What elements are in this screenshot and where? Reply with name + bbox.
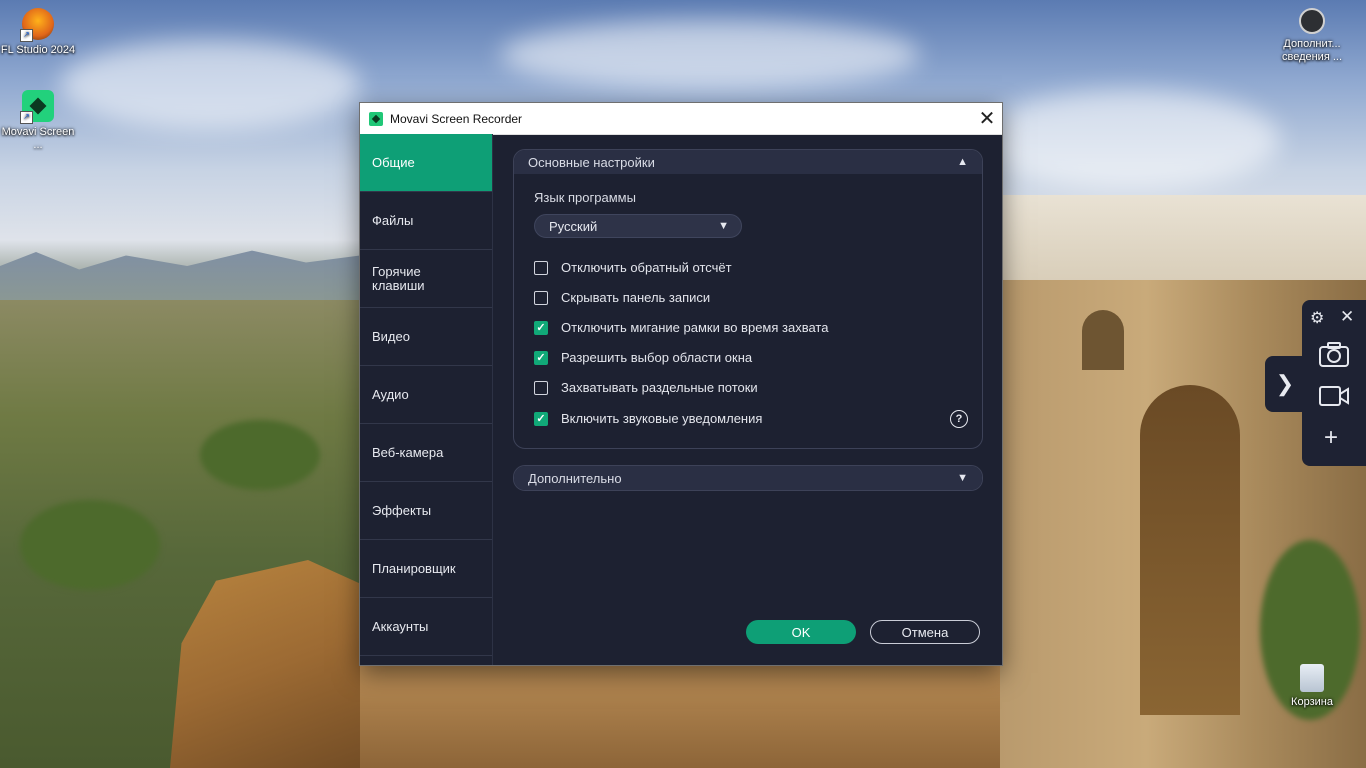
option-allow-window-area[interactable]: ✓ Разрешить выбор области окна	[534, 350, 752, 365]
basic-settings-header[interactable]: Основные настройки ▲	[514, 150, 982, 174]
sidebar-item-label: Веб-камера	[372, 444, 444, 460]
recorder-widget: ⚙ ✕ +	[1302, 300, 1366, 466]
fl-studio-icon: ↗	[20, 8, 54, 42]
option-label: Разрешить выбор области окна	[561, 350, 753, 365]
settings-sidebar: Общие Файлы Горячие клавиши Видео Аудио …	[360, 134, 493, 665]
desktop-icon-label: FL Studio 2024	[0, 44, 76, 56]
recycle-bin-icon	[1300, 664, 1324, 692]
video-camera-icon[interactable]	[1318, 384, 1350, 413]
sidebar-item-webcam[interactable]: Веб-камера	[360, 424, 492, 482]
trees	[200, 420, 320, 490]
chevron-up-icon: ▲	[957, 156, 968, 168]
ok-button[interactable]: OK	[746, 620, 856, 644]
option-label: Отключить мигание рамки во время захвата	[561, 320, 829, 335]
close-button[interactable]: ✕	[972, 104, 1002, 134]
sidebar-item-label: Видео	[372, 328, 410, 344]
option-separate-streams[interactable]: Захватывать раздельные потоки	[534, 380, 758, 395]
cliff	[360, 665, 1000, 768]
settings-window: Movavi Screen Recorder ✕ Общие Файлы Гор…	[360, 103, 1002, 665]
option-label: Отключить обратный отсчёт	[561, 260, 732, 275]
plus-icon[interactable]: +	[1324, 426, 1338, 450]
help-icon[interactable]: ?	[950, 410, 968, 428]
option-hide-recording-panel[interactable]: Скрывать панель записи	[534, 290, 710, 305]
sidebar-item-general[interactable]: Общие	[360, 134, 492, 192]
advanced-header[interactable]: Дополнительно ▼	[514, 466, 982, 490]
option-disable-frame-blink[interactable]: ✓ Отключить мигание рамки во время захва…	[534, 320, 828, 335]
chevron-down-icon: ▼	[957, 472, 968, 484]
language-label: Язык программы	[534, 190, 636, 205]
language-select[interactable]: Русский ▼	[534, 214, 742, 238]
bridge-arch	[1082, 310, 1124, 370]
checkbox[interactable]	[534, 380, 548, 395]
basic-settings-section: Основные настройки ▲ Язык программы Русс…	[513, 149, 983, 449]
option-label: Скрывать панель записи	[561, 290, 711, 305]
section-title: Основные настройки	[528, 154, 655, 170]
window-title: Movavi Screen Recorder	[390, 111, 523, 126]
language-value: Русский	[549, 218, 598, 234]
checkbox-checked[interactable]: ✓	[534, 350, 548, 365]
section-title: Дополнительно	[528, 470, 622, 486]
cloud	[500, 20, 920, 90]
sidebar-item-label: Аккаунты	[372, 618, 429, 634]
desktop-icon-fl-studio[interactable]: ↗ FL Studio 2024	[0, 8, 76, 57]
sidebar-item-video[interactable]: Видео	[360, 308, 492, 366]
settings-content: Основные настройки ▲ Язык программы Русс…	[493, 134, 1002, 665]
cancel-button[interactable]: Отмена	[870, 620, 980, 644]
sidebar-item-hotkeys[interactable]: Горячие клавиши	[360, 250, 492, 308]
sidebar-item-label: Горячие клавиши	[372, 263, 425, 293]
movavi-icon: ↗	[20, 90, 54, 124]
info-icon	[1299, 8, 1325, 34]
option-label: Захватывать раздельные потоки	[561, 380, 758, 395]
sidebar-item-label: Файлы	[372, 212, 414, 228]
trees	[20, 500, 160, 590]
sidebar-item-label: Эффекты	[372, 502, 432, 518]
cloud	[980, 90, 1280, 190]
chevron-down-icon: ▼	[718, 220, 729, 232]
option-disable-countdown[interactable]: Отключить обратный отсчёт	[534, 260, 732, 275]
shortcut-arrow-icon: ↗	[20, 29, 33, 42]
widget-expand-button[interactable]: ❯	[1265, 356, 1305, 412]
advanced-section: Дополнительно ▼	[513, 465, 983, 491]
desktop-icon-label: Корзина	[1291, 696, 1333, 708]
bridge-arch	[1140, 385, 1240, 715]
checkbox[interactable]	[534, 290, 548, 305]
desktop-icon-additional-info[interactable]: Дополнит... сведения ...	[1274, 8, 1350, 64]
close-icon: ✕	[978, 108, 996, 130]
desktop-icon-label: Дополнит... сведения ...	[1281, 38, 1343, 63]
cloud	[60, 40, 360, 130]
close-icon[interactable]: ✕	[1340, 307, 1354, 327]
sidebar-item-label: Аудио	[372, 386, 409, 402]
title-bar: Movavi Screen Recorder ✕	[360, 103, 1002, 135]
sidebar-item-label: Общие	[372, 154, 415, 170]
town	[1000, 195, 1366, 285]
gear-icon[interactable]: ⚙	[1310, 308, 1324, 328]
movavi-app-icon	[369, 111, 383, 126]
option-label: Включить звуковые уведомления	[561, 411, 763, 426]
checkbox[interactable]	[534, 260, 548, 275]
checkbox-checked[interactable]: ✓	[534, 320, 548, 335]
sidebar-item-audio[interactable]: Аудио	[360, 366, 492, 424]
sidebar-item-scheduler[interactable]: Планировщик	[360, 540, 492, 598]
sidebar-item-accounts[interactable]: Аккаунты	[360, 598, 492, 656]
desktop-icon-movavi[interactable]: ↗ Movavi Screen ...	[0, 90, 76, 152]
desktop-icon-recycle-bin[interactable]: Корзина	[1274, 664, 1350, 709]
chevron-right-icon: ❯	[1275, 371, 1295, 396]
sidebar-item-files[interactable]: Файлы	[360, 192, 492, 250]
sidebar-item-label: Планировщик	[372, 560, 456, 576]
shortcut-arrow-icon: ↗	[20, 111, 33, 124]
option-sound-notifications[interactable]: ✓ Включить звуковые уведомления	[534, 411, 762, 426]
camera-icon[interactable]	[1318, 340, 1350, 373]
desktop-icon-label: Movavi Screen ...	[1, 126, 75, 151]
sidebar-item-effects[interactable]: Эффекты	[360, 482, 492, 540]
checkbox-checked[interactable]: ✓	[534, 411, 548, 426]
